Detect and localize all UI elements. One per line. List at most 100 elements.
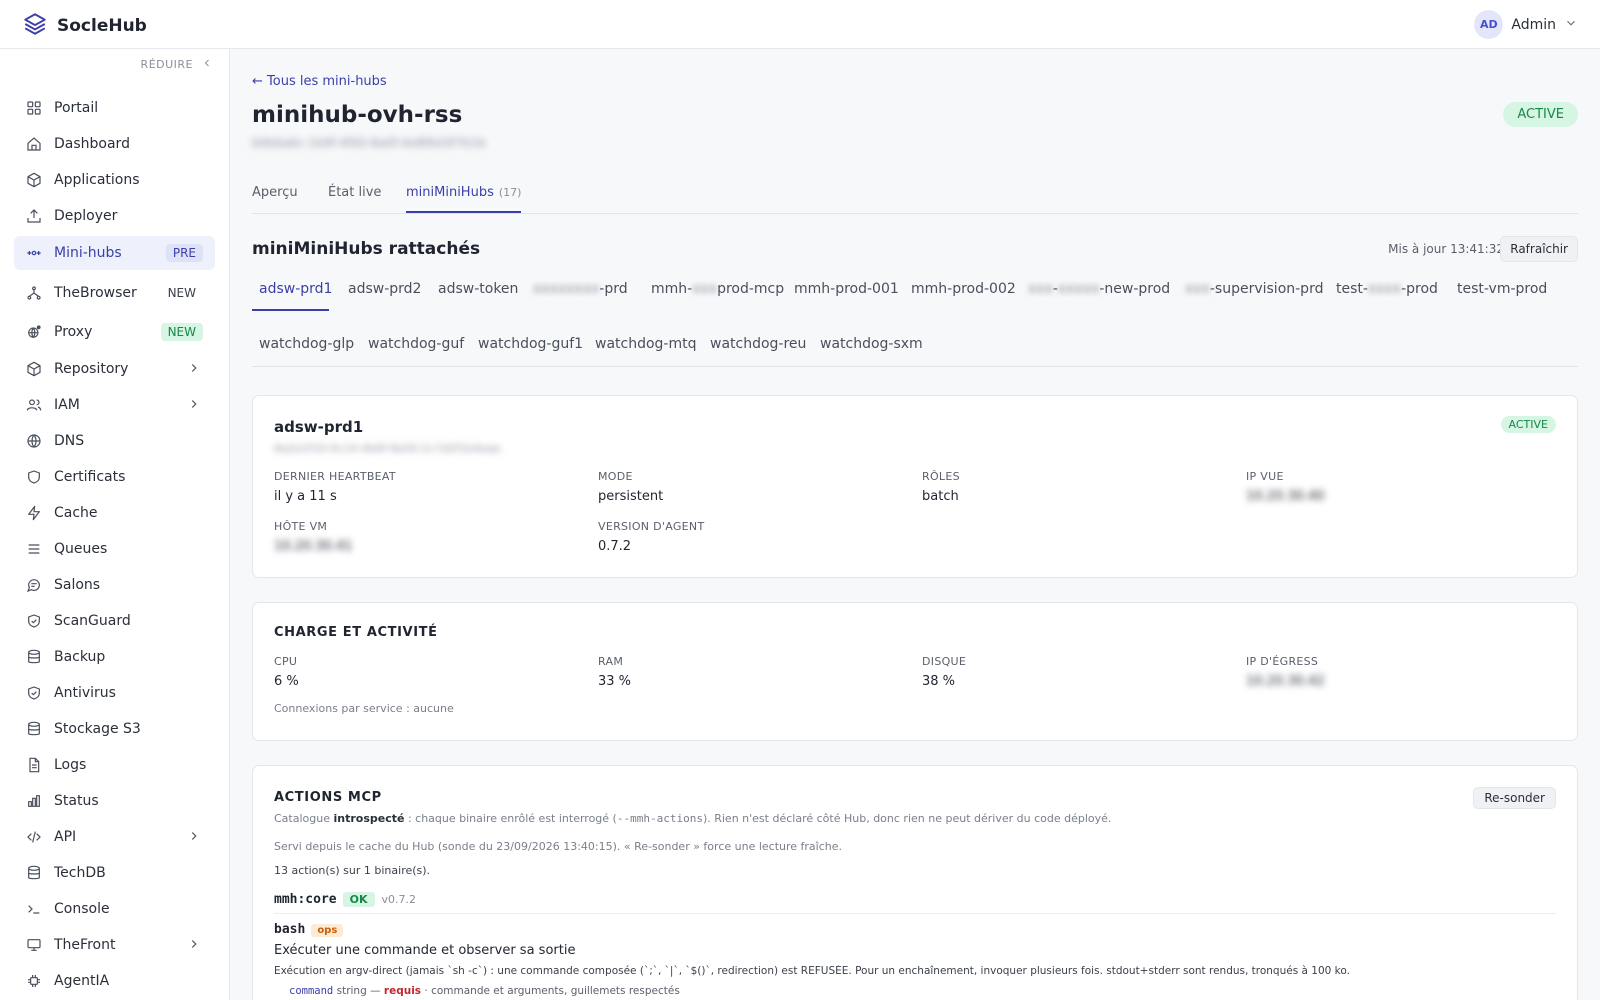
tab-label: Aperçu	[252, 185, 298, 200]
sidebar-item-certificats[interactable]: Certificats	[14, 460, 215, 494]
load-activity-card: CHARGE ET ACTIVITÉ CPU 6 % RAM 33 % DISQ…	[252, 602, 1578, 741]
catalogue-description: Catalogue introspecté : chaque binaire e…	[274, 812, 1111, 825]
sidebar-item-label: Salons	[54, 577, 101, 593]
sidebar-item-cache[interactable]: Cache	[14, 496, 215, 530]
chevron-right-icon	[187, 396, 201, 415]
sidebar-item-scanguard[interactable]: ScanGuard	[14, 604, 215, 638]
tab-count: (17)	[498, 186, 522, 199]
sidebar-item-antivirus[interactable]: Antivirus	[14, 676, 215, 710]
sidebar-item-status[interactable]: Status	[14, 784, 215, 818]
app-name: SocleHub	[57, 16, 147, 36]
user-menu[interactable]: AD Admin	[1474, 10, 1578, 39]
mcp-actions-card: ACTIONS MCP Re-sonder Catalogue introspe…	[252, 765, 1578, 1000]
binary-row: mmh:core OK v0.7.2	[274, 892, 416, 907]
minminihub-tabs: adsw-prd1 adsw-prd2 adsw-token xxxxxxxx-…	[252, 271, 1578, 367]
subtab-adsw-prd1[interactable]: adsw-prd1	[259, 281, 332, 297]
sidebar-item-thebrowser[interactable]: TheBrowser NEW	[14, 276, 215, 310]
divider	[274, 913, 1556, 914]
subtab-redacted-supervision-prd[interactable]: xxx-supervision-prd	[1185, 281, 1323, 297]
tab-minminihubs[interactable]: miniMiniHubs (17)	[406, 185, 522, 213]
subtab-mmh-prod-001[interactable]: mmh-prod-001	[794, 281, 899, 297]
code-icon	[25, 828, 43, 846]
subtab-watchdog-reu[interactable]: watchdog-reu	[710, 336, 806, 352]
subtab-redacted-new-prod[interactable]: xxx-xxxxx-new-prod	[1028, 281, 1170, 297]
chevron-right-icon	[187, 360, 201, 379]
subtab-redacted-prd[interactable]: xxxxxxxx-prd	[533, 281, 628, 297]
action-description: Exécution en argv-direct (jamais `sh -c`…	[274, 965, 1350, 977]
sidebar-item-mini-hubs[interactable]: Mini-hubs PRE	[14, 236, 215, 270]
sidebar-item-techdb[interactable]: TechDB	[14, 856, 215, 890]
subtab-watchdog-glp[interactable]: watchdog-glp	[259, 336, 354, 352]
field-label: IP D'ÉGRESS	[1246, 655, 1319, 668]
field-value-redacted: 10.20.30.40	[1246, 489, 1325, 504]
sidebar-item-dns[interactable]: DNS	[14, 424, 215, 458]
subtab-label: -prod	[1401, 281, 1438, 297]
subtab-adsw-token[interactable]: adsw-token	[438, 281, 518, 297]
brand[interactable]: SocleHub	[22, 11, 147, 41]
sidebar-item-backup[interactable]: Backup	[14, 640, 215, 674]
field-value-redacted: 10.20.30.41	[274, 539, 353, 554]
redacted-text: xxx	[692, 281, 718, 297]
subtab-mmh-prod-mcp[interactable]: mmh-xxxprod-mcp	[651, 281, 784, 297]
sidebar-item-applications[interactable]: Applications	[14, 163, 215, 197]
action-name: bash	[274, 922, 306, 937]
sidebar-item-label: Proxy	[54, 324, 93, 340]
sidebar-item-thefront[interactable]: TheFront	[14, 928, 215, 962]
subtab-watchdog-mtq[interactable]: watchdog-mtq	[595, 336, 697, 352]
fork-icon	[25, 284, 43, 302]
status-badge: ACTIVE	[1503, 102, 1578, 127]
users-icon	[25, 396, 43, 414]
collapse-sidebar-button[interactable]: RÉDUIRE	[141, 57, 213, 72]
refresh-button[interactable]: Rafraîchir	[1500, 236, 1578, 262]
binary-name: mmh:core	[274, 892, 337, 907]
subtab-adsw-prd2[interactable]: adsw-prd2	[348, 281, 421, 297]
sidebar-item-queues[interactable]: Queues	[14, 532, 215, 566]
sidebar-item-proxy[interactable]: Proxy NEW	[14, 315, 215, 349]
proxy-icon	[25, 323, 43, 341]
chevron-right-icon	[187, 828, 201, 847]
globe-icon	[25, 432, 43, 450]
chevron-down-icon	[1564, 15, 1578, 34]
id-redacted: 8a2e1f10-0c14-4b6f-9a50-2c7d2f1b4eaa	[274, 442, 501, 455]
subtab-test-redacted-prod[interactable]: test-xxxx-prod	[1336, 281, 1438, 297]
sidebar-item-api[interactable]: API	[14, 820, 215, 854]
sidebar-item-dashboard[interactable]: Dashboard	[14, 127, 215, 161]
action-title: Exécuter une commande et observer sa sor…	[274, 943, 576, 958]
tab-etat-live[interactable]: État live	[328, 185, 381, 200]
user-name: Admin	[1511, 16, 1556, 33]
sidebar-item-salons[interactable]: Salons	[14, 568, 215, 602]
subtab-watchdog-guf1[interactable]: watchdog-guf1	[478, 336, 583, 352]
ops-badge: ops	[311, 924, 344, 937]
back-to-mini-hubs-link[interactable]: ← Tous les mini-hubs	[252, 74, 387, 89]
field-label: VERSION D'AGENT	[598, 520, 705, 533]
sidebar-item-stockage-s3[interactable]: Stockage S3	[14, 712, 215, 746]
sidebar-item-console[interactable]: Console	[14, 892, 215, 926]
subtab-watchdog-guf[interactable]: watchdog-guf	[368, 336, 464, 352]
subtab-mmh-prod-002[interactable]: mmh-prod-002	[911, 281, 1016, 297]
sidebar-item-label: TheBrowser	[54, 285, 137, 301]
sidebar-item-logs[interactable]: Logs	[14, 748, 215, 782]
sidebar-item-iam[interactable]: IAM	[14, 388, 215, 422]
field-value: 33 %	[598, 674, 632, 689]
tab-apercu[interactable]: Aperçu	[252, 185, 298, 200]
ok-badge: OK	[342, 892, 375, 907]
sidebar-item-deployer[interactable]: Deployer	[14, 199, 215, 233]
sidebar-item-agentia[interactable]: AgentIA	[14, 964, 215, 998]
main-content: ← Tous les mini-hubs minihub-ovh-rss b0b…	[230, 49, 1600, 1000]
sidebar-item-repository[interactable]: Repository	[14, 352, 215, 386]
sidebar-item-portail[interactable]: Portail	[14, 91, 215, 125]
field-label: RÔLES	[922, 470, 960, 483]
redacted-text: xxxxx	[1057, 281, 1100, 297]
subtab-test-vm-prod[interactable]: test-vm-prod	[1457, 281, 1547, 297]
sidebar-item-label: Backup	[54, 649, 106, 665]
subtab-watchdog-sxm[interactable]: watchdog-sxm	[820, 336, 923, 352]
re-sonder-button[interactable]: Re-sonder	[1473, 787, 1556, 809]
redacted-text: xxx	[1185, 281, 1210, 297]
sidebar-item-label: Cache	[54, 505, 98, 521]
card-title: ACTIONS MCP	[274, 790, 382, 805]
field-label: RAM	[598, 655, 624, 668]
chat-icon	[25, 576, 43, 594]
active-tab-indicator	[252, 309, 329, 311]
redacted-text: xxxx	[1367, 281, 1402, 297]
code-text: --mmh-actions	[616, 812, 703, 825]
